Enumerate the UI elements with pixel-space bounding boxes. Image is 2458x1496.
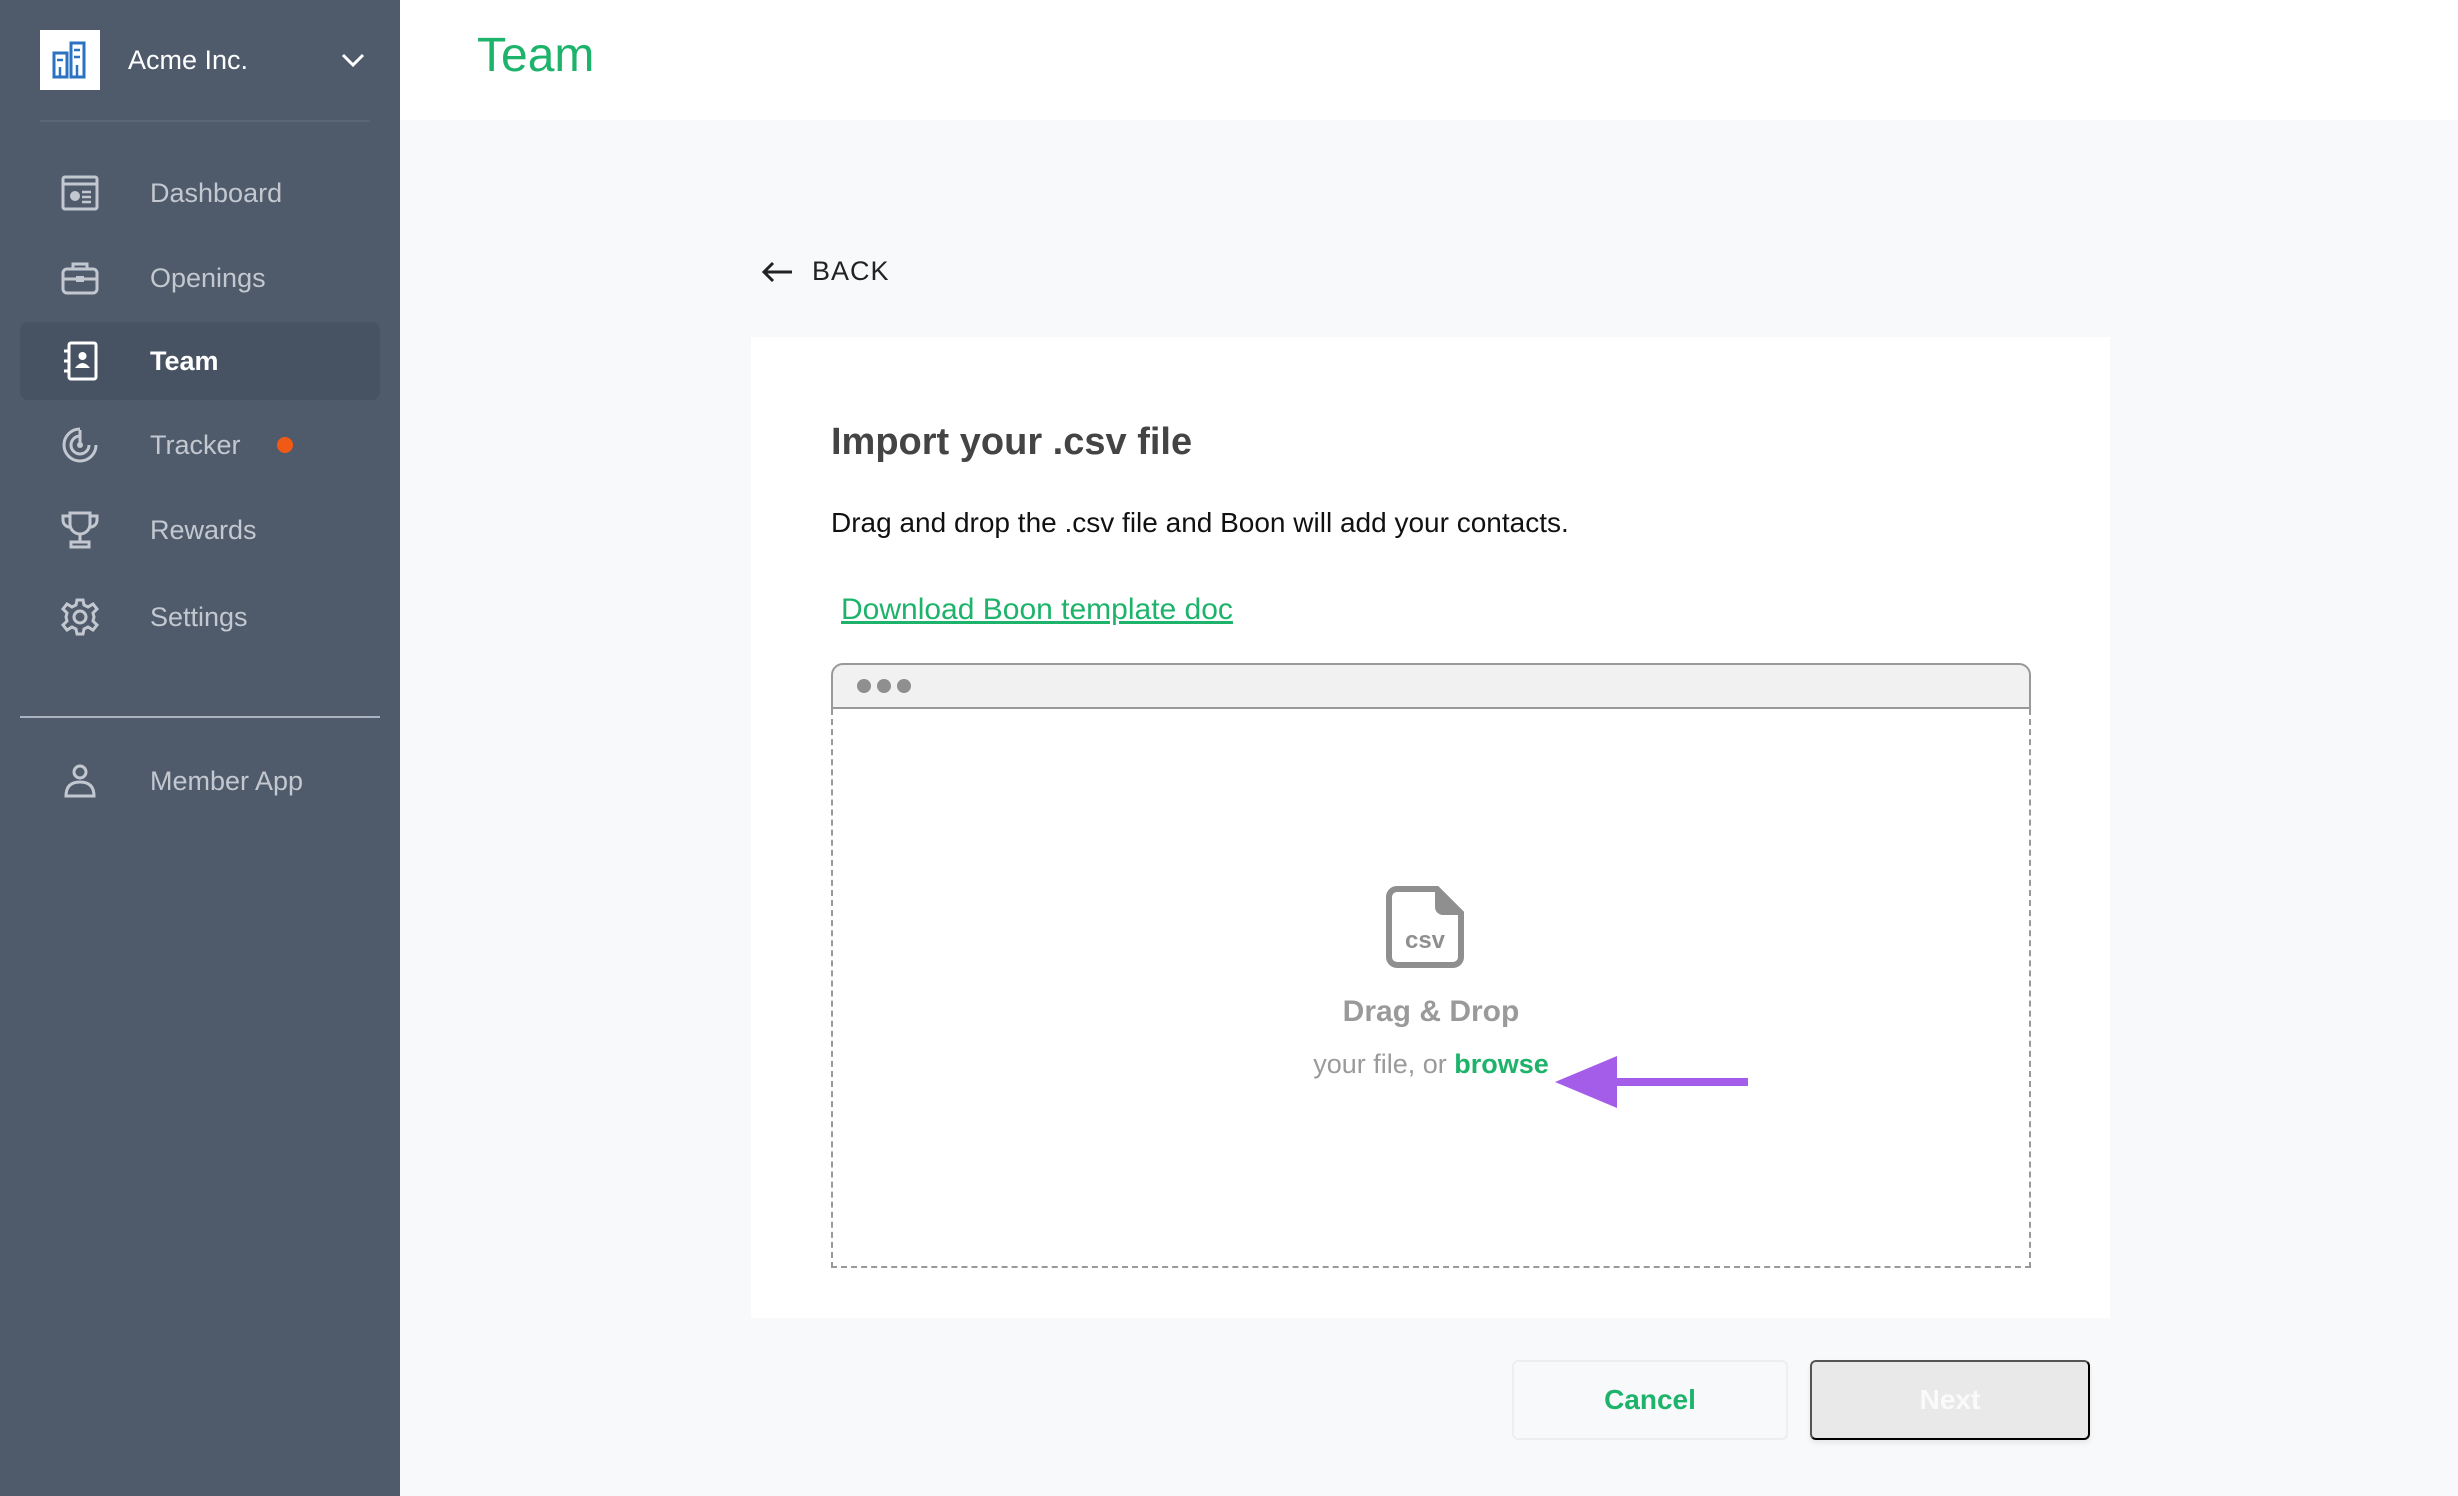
back-button[interactable]: BACK — [760, 256, 890, 287]
contact-book-icon — [60, 341, 100, 381]
sidebar-item-label: Dashboard — [150, 177, 283, 208]
window-dot — [857, 679, 871, 693]
sidebar-item-label: Member App — [150, 765, 304, 796]
sidebar-item-label: Openings — [150, 262, 266, 293]
gear-icon — [60, 597, 100, 637]
sidebar-item-dashboard[interactable]: Dashboard — [20, 154, 380, 232]
sidebar-item-member-app[interactable]: Member App — [20, 742, 380, 820]
radar-icon — [60, 425, 100, 465]
window-dot — [897, 679, 911, 693]
briefcase-icon — [60, 258, 100, 298]
sidebar-item-label: Settings — [150, 601, 248, 632]
back-label: BACK — [812, 256, 890, 286]
sidebar-item-label: Tracker — [150, 429, 241, 460]
sidebar-item-settings[interactable]: Settings — [20, 578, 380, 656]
sidebar-item-rewards[interactable]: Rewards — [20, 491, 380, 569]
page-header: Team — [400, 0, 2458, 120]
sidebar-item-label: Rewards — [150, 514, 257, 545]
sidebar-item-openings[interactable]: Openings — [20, 239, 380, 317]
dashboard-icon — [60, 173, 100, 213]
sidebar-item-tracker[interactable]: Tracker — [20, 406, 380, 484]
window-dot — [877, 679, 891, 693]
dropzone-subtitle: your file, or browse — [833, 1049, 2029, 1080]
dropzone-area[interactable]: csv Drag & Drop your file, or browse — [831, 709, 2031, 1268]
sidebar-divider — [40, 120, 370, 122]
buildings-icon — [40, 30, 100, 90]
file-dropzone[interactable]: csv Drag & Drop your file, or browse — [831, 663, 2031, 1268]
org-name: Acme Inc. — [128, 44, 249, 75]
trophy-icon — [60, 510, 100, 550]
dropzone-window-bar — [831, 663, 2031, 709]
sidebar-item-label: Team — [150, 345, 219, 376]
notification-dot — [277, 437, 293, 453]
page-title: Team — [477, 29, 595, 82]
sidebar-divider — [20, 716, 380, 718]
arrow-left-icon — [761, 261, 792, 282]
sidebar-item-team[interactable]: Team — [20, 322, 380, 400]
org-switcher[interactable]: Acme Inc. — [40, 30, 380, 90]
sidebar: Acme Inc. Dashboard Openings Team Tracke… — [0, 0, 400, 1496]
dropzone-title: Drag & Drop — [1342, 995, 1520, 1028]
download-template-link[interactable]: Download Boon template doc — [841, 593, 1233, 627]
csv-icon-text: csv — [1405, 927, 1446, 954]
dropzone-subtitle-prefix: your file, or — [1313, 1049, 1455, 1079]
chevron-down-icon[interactable] — [338, 45, 368, 75]
card-description: Drag and drop the .csv file and Boon wil… — [831, 507, 1569, 538]
card-title: Import your .csv file — [831, 421, 1193, 463]
import-card: Import your .csv file Drag and drop the … — [751, 337, 2110, 1318]
csv-file-icon: csv — [1386, 886, 1464, 968]
browse-link[interactable]: browse — [1454, 1049, 1549, 1079]
user-icon — [60, 761, 100, 801]
annotation-arrow-icon — [1555, 1056, 1748, 1108]
next-button[interactable]: Next — [1810, 1360, 2090, 1440]
cancel-button[interactable]: Cancel — [1512, 1360, 1788, 1440]
